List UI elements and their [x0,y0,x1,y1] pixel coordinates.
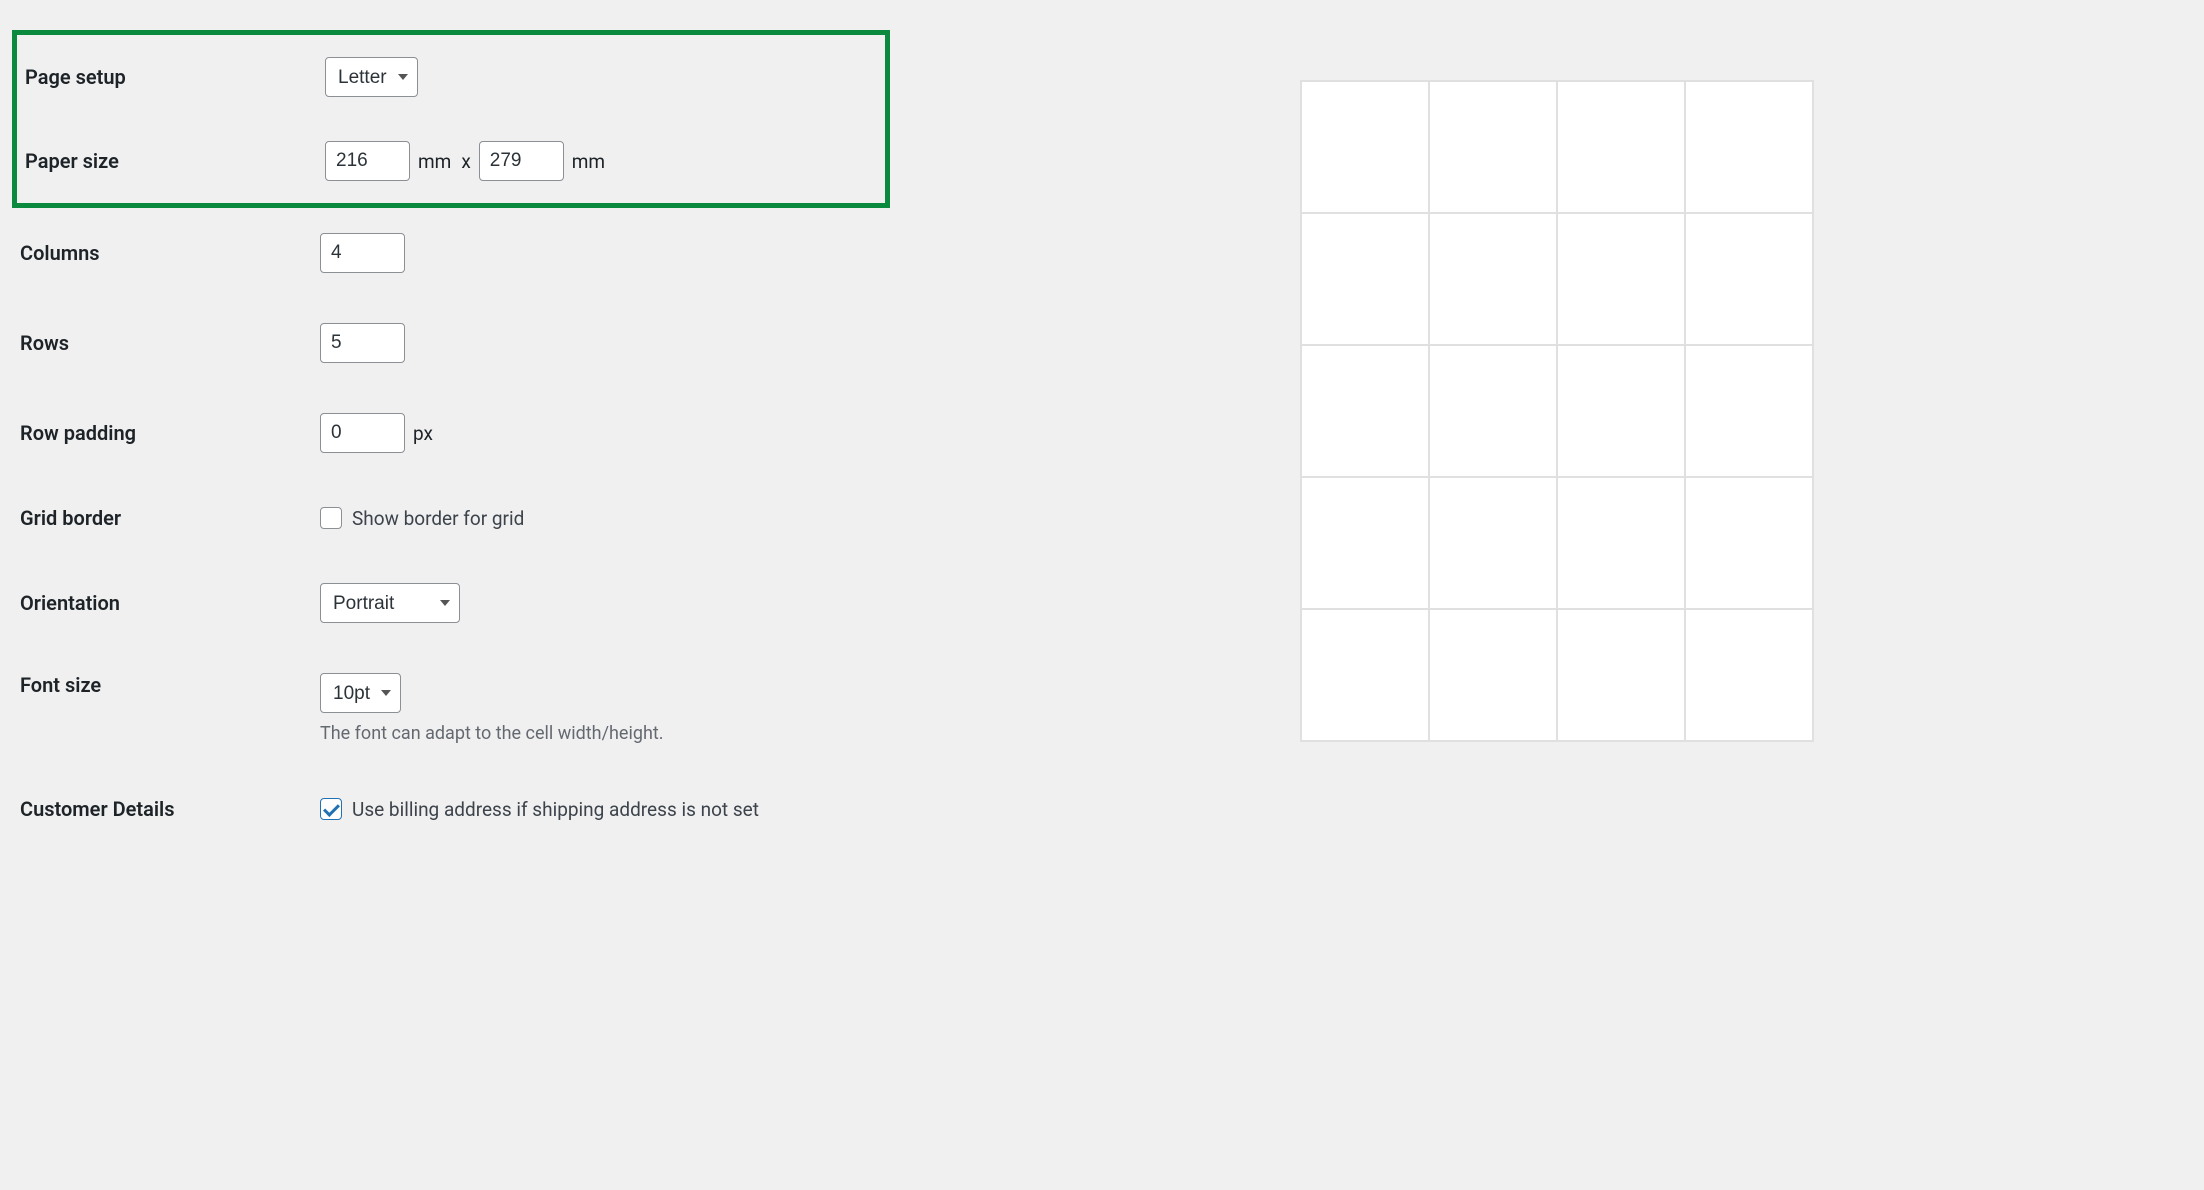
row-padding-input[interactable] [320,413,405,453]
page-setup-select-wrap: Letter [325,57,418,97]
page-setup-label: Page setup [25,65,325,89]
grid-cell [1558,478,1684,608]
columns-row: Columns [20,208,890,298]
page-setup-control: Letter [325,57,877,97]
orientation-label: Orientation [20,591,320,615]
paper-width-input[interactable] [325,141,410,181]
grid-cell [1686,82,1812,212]
row-padding-label: Row padding [20,421,320,445]
paper-height-input[interactable] [479,141,564,181]
columns-input[interactable] [320,233,405,273]
grid-cell [1558,610,1684,740]
grid-cell [1558,82,1684,212]
grid-cell [1430,346,1556,476]
preview-section [890,20,2184,849]
customer-details-label: Customer Details [20,797,320,821]
paper-size-control: mm x mm [325,141,877,181]
grid-cell [1686,214,1812,344]
settings-container: Page setup Letter Paper size mm x mm [0,0,2204,869]
grid-border-checkbox-label: Show border for grid [352,507,524,530]
orientation-select-wrap: Portrait [320,583,460,623]
row-padding-unit: px [413,422,433,445]
row-padding-row: Row padding px [20,388,890,478]
grid-cell [1302,82,1428,212]
customer-details-row: Customer Details Use billing address if … [20,769,890,849]
rows-label: Rows [20,331,320,355]
paper-height-unit: mm [572,150,605,173]
rows-control [320,323,890,363]
orientation-control: Portrait [320,583,890,623]
grid-border-checkbox-wrap: Show border for grid [320,507,524,530]
customer-details-checkbox-label: Use billing address if shipping address … [352,798,759,821]
form-section: Page setup Letter Paper size mm x mm [20,20,890,849]
font-size-control: 10pt [320,673,890,713]
grid-cell [1686,346,1812,476]
highlight-annotation: Page setup Letter Paper size mm x mm [12,30,890,208]
customer-details-checkbox[interactable] [320,798,342,820]
grid-cell [1302,610,1428,740]
font-size-label: Font size [20,673,320,697]
page-setup-select[interactable]: Letter [325,57,418,97]
grid-cell [1430,478,1556,608]
paper-size-separator: x [461,150,470,173]
grid-preview [1300,80,1814,742]
orientation-select[interactable]: Portrait [320,583,460,623]
grid-cell [1686,478,1812,608]
columns-control [320,233,890,273]
paper-size-label: Paper size [25,149,325,173]
grid-cell [1430,82,1556,212]
grid-border-label: Grid border [20,506,320,530]
grid-cell [1430,214,1556,344]
grid-border-control: Show border for grid [320,507,890,530]
grid-cell [1430,610,1556,740]
customer-details-control: Use billing address if shipping address … [320,798,890,821]
grid-border-row: Grid border Show border for grid [20,478,890,558]
grid-cell [1558,346,1684,476]
paper-size-row: Paper size mm x mm [17,119,885,203]
columns-label: Columns [20,241,320,265]
rows-row: Rows [20,298,890,388]
paper-width-unit: mm [418,150,451,173]
orientation-row: Orientation Portrait [20,558,890,648]
grid-cell [1558,214,1684,344]
customer-details-checkbox-wrap: Use billing address if shipping address … [320,798,759,821]
font-size-select[interactable]: 10pt [320,673,401,713]
grid-border-checkbox[interactable] [320,507,342,529]
page-setup-row: Page setup Letter [17,35,885,119]
grid-cell [1302,478,1428,608]
grid-cell [1302,214,1428,344]
grid-cell [1302,346,1428,476]
font-size-row: Font size 10pt The font can adapt to the… [20,648,890,769]
font-size-select-wrap: 10pt [320,673,401,713]
grid-cell [1686,610,1812,740]
row-padding-control: px [320,413,890,453]
font-size-help: The font can adapt to the cell width/hei… [320,723,890,744]
font-size-control-col: 10pt The font can adapt to the cell widt… [320,673,890,744]
rows-input[interactable] [320,323,405,363]
